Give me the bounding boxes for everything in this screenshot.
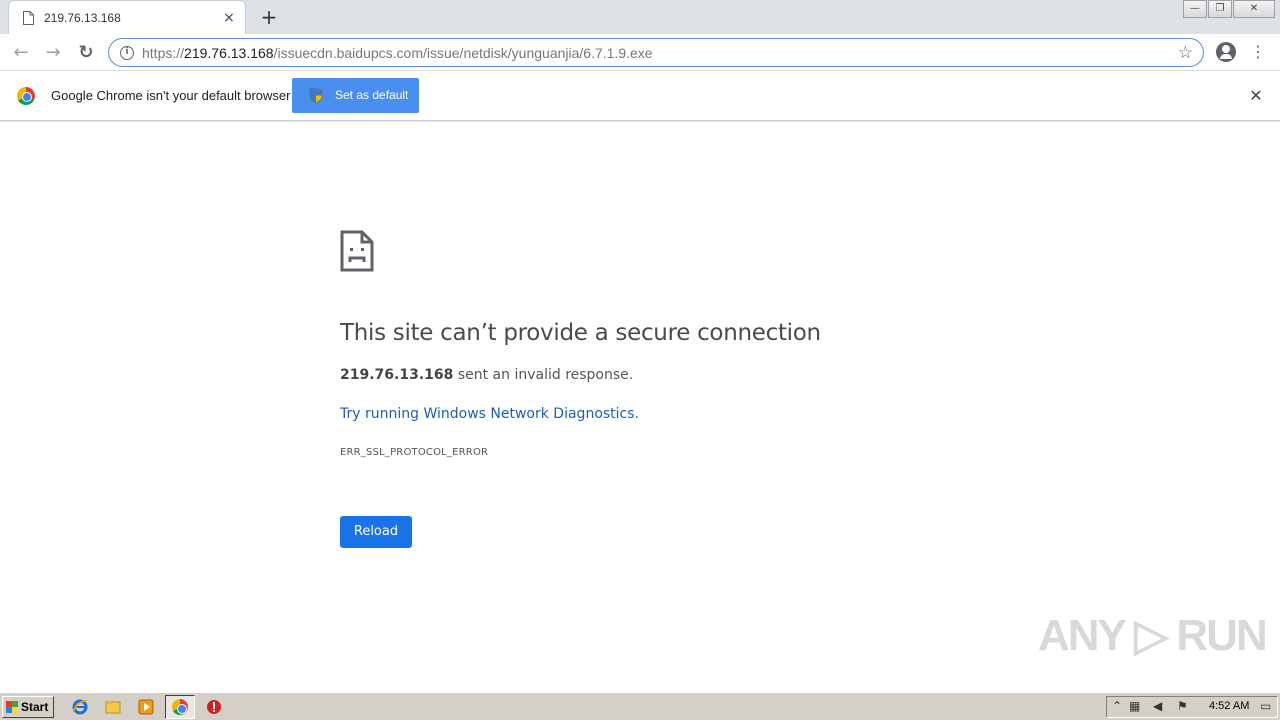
network-icon[interactable]: ▦ — [1129, 699, 1140, 713]
uac-shield-icon — [309, 88, 323, 103]
menu-icon[interactable]: ⋮ — [1250, 42, 1266, 62]
url-host: 219.76.13.168 — [184, 45, 274, 61]
profile-avatar-icon[interactable] — [1216, 42, 1236, 62]
error-code: ERR_SSL_PROTOCOL_ERROR — [340, 447, 489, 458]
page-icon — [23, 11, 34, 25]
error-host: 219.76.13.168 — [340, 367, 454, 383]
chrome-taskbar-button[interactable] — [165, 695, 195, 719]
sad-page-icon — [340, 230, 374, 272]
tray-expand-icon[interactable]: ⌃ — [1112, 699, 1122, 713]
default-browser-infobar: Google Chrome isn't your default browser… — [0, 71, 1280, 121]
start-button[interactable]: Start — [2, 696, 54, 718]
error-description: 219.76.13.168 sent an invalid response. — [340, 367, 633, 383]
reload-page-button[interactable]: Reload — [340, 516, 412, 548]
anyrun-watermark: ANY ▷ RUN — [1038, 611, 1268, 660]
stop-icon[interactable] — [205, 698, 223, 716]
address-bar[interactable]: i https://219.76.13.168/issuecdn.baidupc… — [108, 38, 1204, 67]
url-scheme: https:// — [142, 45, 185, 61]
tab-strip: 219.76.13.168 × + — ❐ ✕ — [0, 0, 1280, 34]
infobar-close-icon[interactable]: ✕ — [1247, 87, 1265, 105]
media-player-icon[interactable] — [137, 698, 155, 716]
clock[interactable]: 4:52 AM — [1209, 700, 1249, 712]
volume-icon[interactable]: ◀ — [1153, 699, 1162, 713]
taskbar: Start ⌃ ▦ ◀ ⚑ 4:52 AM ▭ — [0, 692, 1280, 720]
chrome-logo-icon — [17, 87, 35, 105]
action-center-flag-icon[interactable]: ⚑ — [1177, 699, 1188, 713]
minimize-button[interactable]: — — [1183, 0, 1207, 18]
window-close-button[interactable]: ✕ — [1233, 0, 1275, 18]
forward-button[interactable]: → — [41, 41, 65, 65]
infobar-message: Google Chrome isn't your default browser — [51, 88, 291, 103]
url-text[interactable]: https://219.76.13.168/issuecdn.baidupcs.… — [142, 45, 653, 61]
windows-logo-icon — [6, 701, 18, 713]
file-explorer-icon[interactable] — [104, 698, 122, 716]
restore-button[interactable]: ❐ — [1208, 0, 1232, 18]
back-button[interactable]: ← — [9, 41, 33, 65]
tab-title: 219.76.13.168 — [44, 11, 121, 25]
set-as-default-button[interactable]: Set as default — [292, 78, 419, 113]
toolbar: ← → ↻ i https://219.76.13.168/issuecdn.b… — [0, 34, 1280, 71]
reload-button[interactable]: ↻ — [74, 41, 98, 65]
error-page: This site can’t provide a secure connect… — [0, 122, 1280, 692]
set-as-default-label: Set as default — [335, 88, 409, 102]
url-path: /issuecdn.baidupcs.com/issue/netdisk/yun… — [273, 45, 653, 61]
new-tab-button[interactable]: + — [258, 6, 280, 28]
tab-close-icon[interactable]: × — [221, 10, 237, 26]
tab-active[interactable]: 219.76.13.168 × — [8, 0, 246, 34]
info-icon[interactable]: i — [120, 46, 134, 60]
error-description-text: sent an invalid response. — [453, 367, 634, 383]
start-label: Start — [21, 700, 49, 714]
show-desktop-icon[interactable]: ▭ — [1260, 699, 1271, 713]
network-diagnostics-link[interactable]: Try running Windows Network Diagnostics. — [340, 406, 639, 422]
bookmark-star-icon[interactable]: ☆ — [1178, 43, 1193, 63]
system-tray: ⌃ ▦ ◀ ⚑ 4:52 AM ▭ — [1106, 696, 1278, 718]
internet-explorer-icon[interactable] — [71, 698, 89, 716]
error-title: This site can’t provide a secure connect… — [340, 320, 821, 346]
chrome-taskbar-icon — [172, 699, 188, 715]
